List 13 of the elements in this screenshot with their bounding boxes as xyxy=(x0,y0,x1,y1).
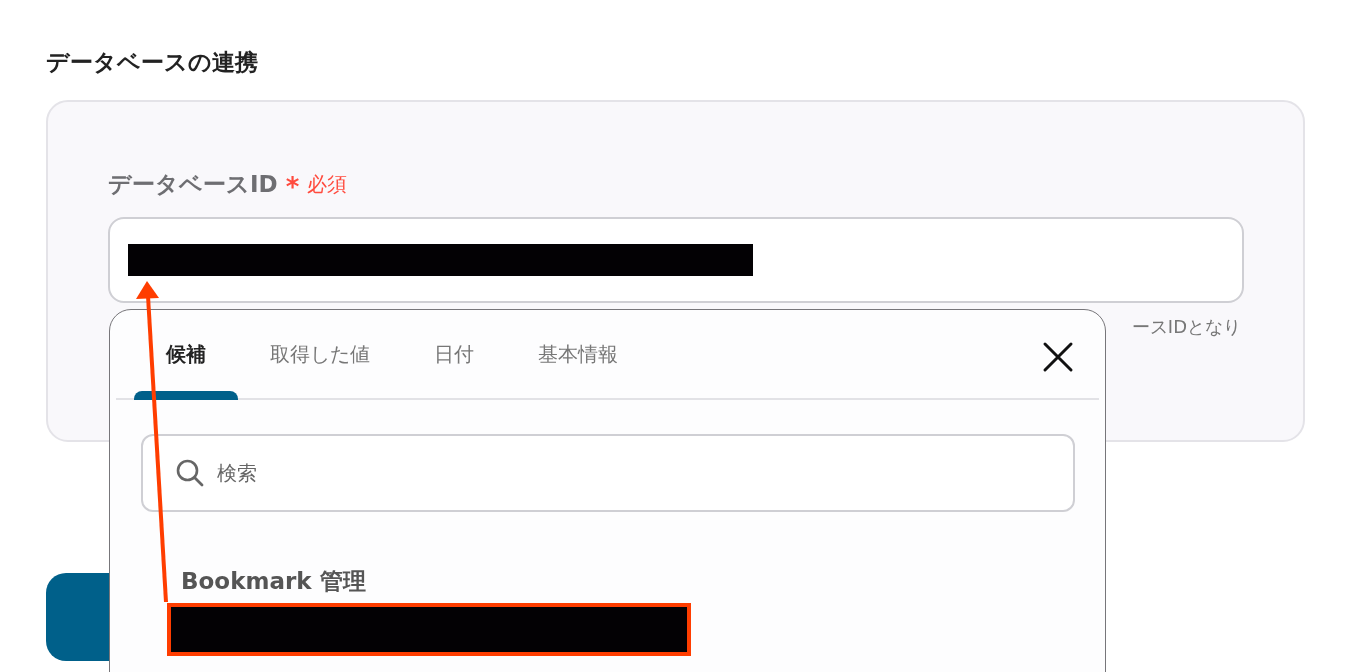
help-text: ースIDとなり xyxy=(1131,315,1241,339)
required-text: 必須 xyxy=(307,170,348,198)
field-label: データベースID xyxy=(108,169,278,199)
tab[interactable]: 取得した値 xyxy=(238,310,402,398)
search-icon xyxy=(175,458,205,488)
input-field[interactable] xyxy=(108,217,1244,303)
tab[interactable]: 基本情報 xyxy=(506,310,650,398)
tab[interactable]: 日付 xyxy=(402,310,506,398)
search-field[interactable]: 検索 xyxy=(141,434,1075,512)
group-title: Bookmark 管理 xyxy=(181,567,367,596)
required-mark: * xyxy=(285,172,300,202)
close-button[interactable] xyxy=(1041,340,1075,374)
section-title: データベースの連携 xyxy=(46,48,259,77)
